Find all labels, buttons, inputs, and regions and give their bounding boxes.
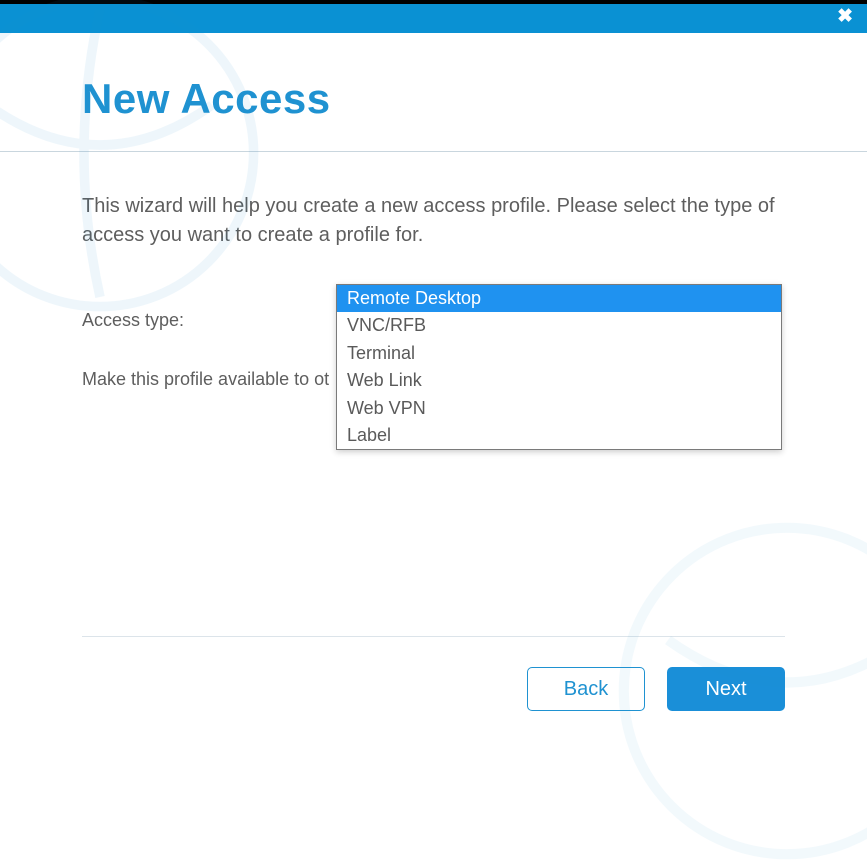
- dropdown-option-label[interactable]: Label: [337, 422, 781, 449]
- back-button[interactable]: Back: [527, 667, 645, 711]
- dropdown-option-vnc-rfb[interactable]: VNC/RFB: [337, 312, 781, 339]
- footer-divider: [82, 636, 785, 637]
- dropdown-option-web-vpn[interactable]: Web VPN: [337, 395, 781, 422]
- button-row: Back Next: [82, 667, 785, 711]
- dialog-title: New Access: [0, 33, 867, 151]
- close-icon[interactable]: ✖: [837, 7, 853, 26]
- dropdown-option-web-link[interactable]: Web Link: [337, 367, 781, 394]
- dropdown-option-terminal[interactable]: Terminal: [337, 340, 781, 367]
- next-button[interactable]: Next: [667, 667, 785, 711]
- dialog-footer: Back Next: [0, 614, 867, 741]
- share-profile-label: Make this profile available to ot: [82, 369, 329, 390]
- dialog-header-bar: ✖: [0, 4, 867, 33]
- access-type-label: Access type:: [82, 310, 338, 331]
- wizard-description: This wizard will help you create a new a…: [0, 152, 867, 250]
- dialog-content: New Access This wizard will help you cre…: [0, 33, 867, 390]
- dropdown-option-remote-desktop[interactable]: Remote Desktop: [337, 285, 781, 312]
- access-type-dropdown: Remote Desktop VNC/RFB Terminal Web Link…: [336, 284, 782, 450]
- form-area: Access type: Remote Desktop Remote Deskt…: [0, 250, 867, 390]
